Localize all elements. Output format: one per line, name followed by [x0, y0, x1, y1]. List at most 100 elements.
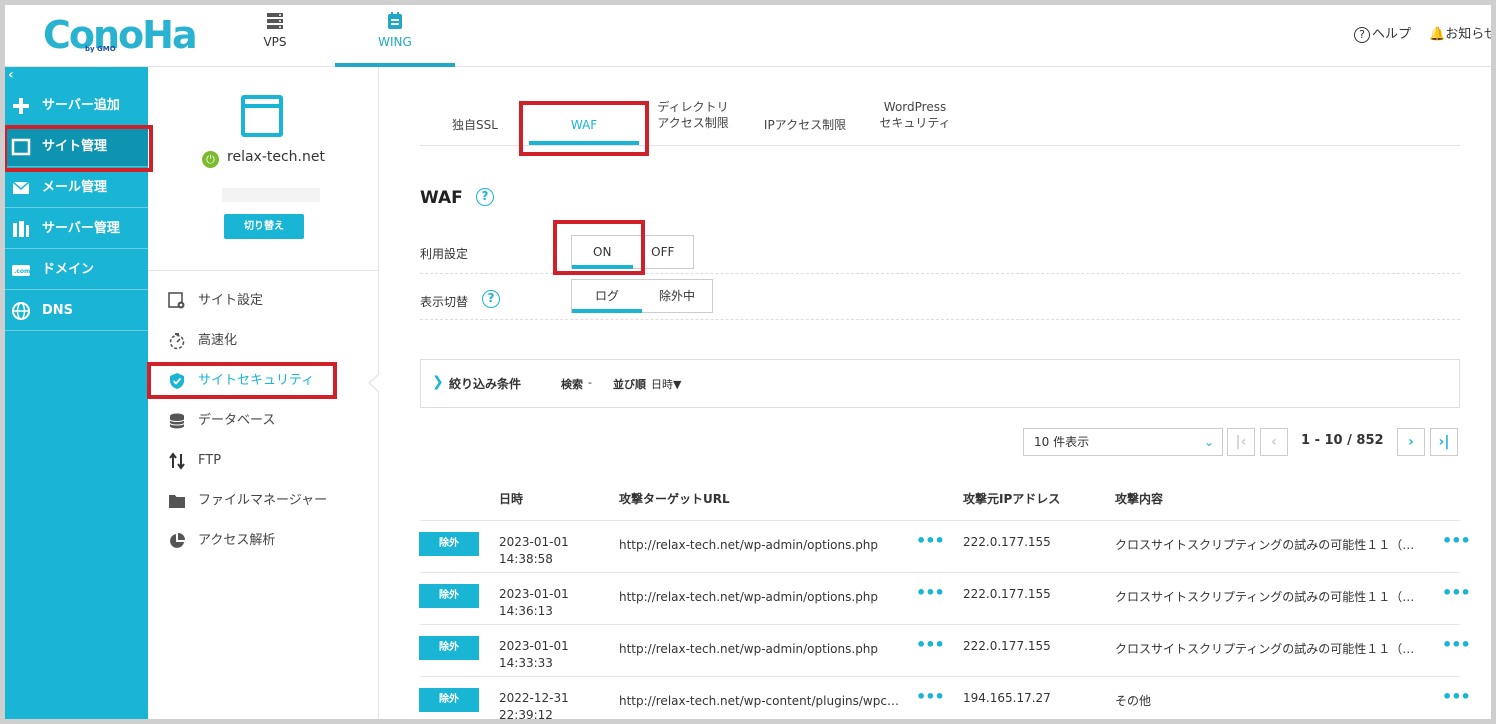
domain-icon: .com	[12, 265, 30, 276]
divider	[420, 273, 1460, 274]
more-icon[interactable]: •••	[1442, 687, 1471, 706]
per-page-value: 10 件表示	[1034, 435, 1090, 449]
exclude-button[interactable]: 除外	[419, 636, 479, 660]
menu-label: FTP	[198, 453, 222, 468]
divider	[420, 676, 1460, 677]
usage-label: 利用設定	[420, 247, 469, 261]
sort-value: 日時▼	[651, 378, 682, 391]
menu-access-analysis[interactable]: アクセス解析	[168, 529, 368, 553]
tab-wordpress-security[interactable]: WordPress セキュリティ	[875, 99, 955, 152]
sidebar-item-add-server[interactable]: サーバー追加	[5, 85, 148, 126]
database-icon	[169, 413, 185, 429]
help-icon[interactable]: ?	[482, 290, 500, 308]
topnav-wing[interactable]: WING	[335, 5, 455, 67]
sidebar-item-label: サーバー管理	[42, 221, 120, 236]
main-content: 独自SSL WAF ディレクトリ アクセス制限 IPアクセス制限 WordPre…	[380, 67, 1491, 724]
exclude-button[interactable]: 除外	[419, 688, 479, 712]
sidebar-item-server[interactable]: サーバー管理	[5, 208, 148, 249]
wing-icon	[388, 12, 402, 29]
row-ip: 222.0.177.155	[963, 587, 1051, 601]
globe-icon	[12, 302, 30, 320]
row-ip: 194.165.17.27	[963, 691, 1051, 705]
prev-page-button[interactable]: ‹	[1260, 428, 1288, 456]
sidebar-item-label: サイト管理	[42, 139, 108, 154]
sidebar-item-domain[interactable]: .com ドメイン	[5, 249, 148, 290]
next-page-button[interactable]: ›	[1397, 428, 1425, 456]
more-icon[interactable]: •••	[916, 635, 945, 654]
help-icon[interactable]: ?	[476, 188, 494, 206]
collapse-icon[interactable]: ‹	[8, 67, 14, 83]
row-attack: その他	[1115, 694, 1152, 708]
help-icon: ?	[1353, 27, 1370, 43]
row-time: 14:38:58	[499, 552, 553, 566]
tab-line2: アクセス制限	[657, 116, 729, 130]
menu-label: サイト設定	[198, 293, 264, 308]
menu-file-manager[interactable]: ファイルマネージャー	[168, 489, 368, 513]
more-icon[interactable]: •••	[916, 531, 945, 550]
server-stack-icon	[267, 13, 283, 29]
row-date: 2023-01-01	[499, 639, 569, 653]
view-excluded-option[interactable]: 除外中	[642, 280, 712, 312]
more-icon[interactable]: •••	[1442, 583, 1471, 602]
last-page-button[interactable]: ›|	[1430, 428, 1458, 456]
chevron-right-icon: ❯	[432, 374, 444, 390]
sidebar-item-label: DNS	[42, 303, 74, 318]
tab-ssl[interactable]: 独自SSL	[440, 117, 510, 170]
menu-database[interactable]: データベース	[168, 409, 368, 433]
menu-ftp[interactable]: FTP	[168, 449, 368, 473]
help-link[interactable]: ? ヘルプ	[1353, 23, 1411, 43]
col-header-url: 攻撃ターゲットURL	[619, 492, 730, 506]
folder-icon	[169, 495, 185, 508]
transfer-arrows-icon	[169, 452, 185, 470]
window-icon	[11, 138, 31, 156]
page-total: 852	[1356, 433, 1384, 448]
notice-link[interactable]: 🔔お知らせ	[1429, 23, 1491, 42]
sidebar-item-label: ドメイン	[42, 262, 95, 277]
switch-site-button[interactable]: 切り替え	[224, 214, 304, 239]
divider	[420, 624, 1460, 625]
first-page-button[interactable]: |‹	[1227, 428, 1255, 456]
help-label: ヘルプ	[1371, 27, 1411, 42]
menu-site-settings[interactable]: サイト設定	[168, 289, 368, 313]
exclude-button[interactable]: 除外	[419, 532, 479, 556]
site-blank-field	[222, 188, 320, 202]
sidebar-item-label: サーバー追加	[42, 98, 120, 113]
divider	[420, 319, 1460, 320]
menu-speedup[interactable]: 高速化	[168, 329, 368, 353]
shield-icon	[170, 373, 184, 389]
tab-ip-access[interactable]: IPアクセス制限	[755, 117, 855, 170]
more-icon[interactable]: •••	[916, 583, 945, 602]
per-page-select[interactable]: 10 件表示 ⌄	[1023, 428, 1223, 456]
svg-text:.com: .com	[14, 268, 30, 275]
conoha-logo[interactable]: ConoHa	[43, 13, 198, 57]
sidebar-item-mail[interactable]: メール管理	[5, 167, 148, 208]
sidebar-item-site-management[interactable]: サイト管理	[5, 126, 148, 167]
pie-chart-icon	[170, 533, 185, 548]
row-attack: クロスサイトスクリプティングの試みの可能性１１（{{…	[1115, 642, 1420, 656]
row-url: http://relax-tech.net/wp-admin/options.p…	[619, 642, 879, 656]
search-label: 検索	[561, 378, 583, 391]
more-icon[interactable]: •••	[1442, 531, 1471, 550]
tab-directory-access[interactable]: ディレクトリ アクセス制限	[653, 99, 733, 152]
power-icon: ⏻	[202, 151, 220, 168]
usage-off-option[interactable]: OFF	[633, 236, 694, 268]
page-range-value: 1 - 10	[1301, 433, 1343, 448]
topnav-vps[interactable]: VPS	[235, 5, 315, 67]
menu-label: アクセス解析	[198, 533, 276, 548]
usage-toggle: ON OFF	[571, 235, 694, 269]
more-icon[interactable]: •••	[916, 687, 945, 706]
page-range: 1 - 10 / 852	[1301, 433, 1384, 448]
search-value: -	[588, 376, 592, 389]
sidebar-item-dns[interactable]: DNS	[5, 290, 148, 331]
stopwatch-icon	[169, 333, 185, 350]
chevron-down-icon: ⌄	[1203, 435, 1214, 449]
site-domain-row: ⏻ relax-tech.net	[148, 149, 379, 168]
more-icon[interactable]: •••	[1442, 635, 1471, 654]
menu-site-security[interactable]: サイトセキュリティ	[168, 369, 368, 393]
usage-on-option[interactable]: ON	[572, 236, 633, 269]
divider	[420, 520, 1460, 521]
filter-panel[interactable]: ❯ 絞り込み条件 検索 - 並び順 日時▼	[420, 359, 1460, 408]
row-date: 2022-12-31	[499, 691, 569, 705]
view-log-option[interactable]: ログ	[572, 280, 642, 313]
exclude-button[interactable]: 除外	[419, 584, 479, 608]
